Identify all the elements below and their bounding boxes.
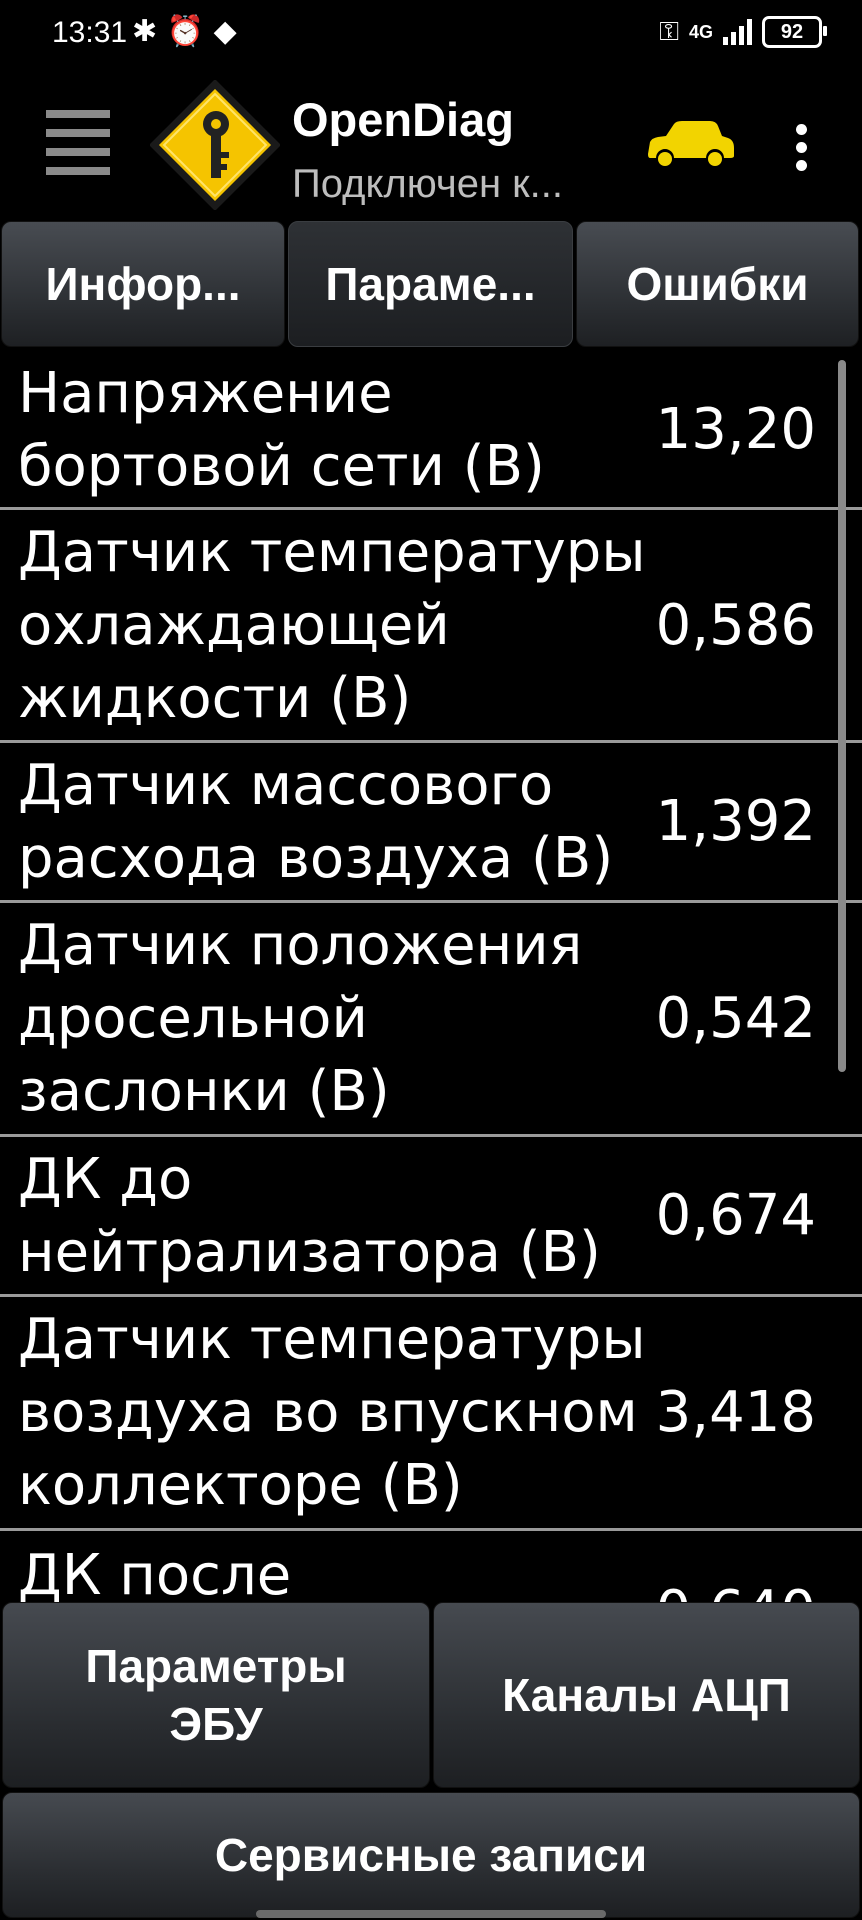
battery-icon: 92 — [762, 16, 827, 48]
list-item: Датчик температуры охлаждающей жидкости … — [0, 510, 862, 743]
status-right-icons: ⚿ 4G 92 — [659, 16, 827, 48]
parameter-label: ДК до нейтрализатора (В) — [18, 1146, 601, 1285]
adc-channels-label: Каналы АЦП — [502, 1669, 791, 1721]
ecu-parameters-label: Параметры ЭБУ — [85, 1640, 347, 1750]
parameter-value: 0,674 — [655, 1183, 816, 1248]
parameter-label: ДК после — [18, 1543, 292, 1602]
network-type: 4G — [688, 21, 713, 42]
parameter-value: 3,418 — [655, 1380, 816, 1445]
list-item: ДК до нейтрализатора (В) 0,674 — [0, 1137, 862, 1297]
parameter-label: Датчик положения дросельной заслонки (В) — [18, 913, 583, 1124]
tab-info[interactable]: Инфор... — [1, 221, 285, 347]
service-records-label: Сервисные записи — [214, 1829, 648, 1881]
list-item: Датчик температуры воздуха во впускном к… — [0, 1297, 862, 1531]
overflow-menu-icon[interactable] — [786, 124, 816, 172]
parameter-value: 0,542 — [655, 986, 816, 1051]
car-icon[interactable] — [644, 118, 736, 170]
app-bar: OpenDiag Подключен к... — [0, 74, 862, 220]
scrollbar[interactable] — [838, 360, 846, 1072]
parameter-list[interactable]: Напряжение бортовой сети (В) 13,20 Датчи… — [0, 352, 862, 1602]
tab-bar: Инфор... Параме... Ошибки — [0, 221, 862, 349]
ecu-parameters-button[interactable]: Параметры ЭБУ — [2, 1602, 430, 1788]
battery-level: 92 — [780, 20, 804, 43]
parameter-value: 13,20 — [655, 397, 816, 462]
status-left-icons: ✱ ⏰ ◆ — [132, 14, 237, 49]
list-item: Датчик положения дросельной заслонки (В)… — [0, 903, 862, 1137]
list-item: ДК после 0,640 — [0, 1531, 862, 1602]
signal-icon — [723, 19, 752, 45]
vpn-key-icon: ⚿ — [659, 16, 679, 46]
status-bar: 13:31 ✱ ⏰ ◆ ⚿ 4G 92 — [0, 0, 862, 74]
list-item: Напряжение бортовой сети (В) 13,20 — [0, 352, 862, 510]
parameter-value: 0,640 — [650, 1539, 862, 1602]
parameter-value: 1,392 — [655, 789, 816, 854]
gesture-nav-bar[interactable] — [256, 1910, 606, 1918]
menu-icon[interactable] — [46, 110, 110, 176]
connection-status: Подключен к... — [292, 162, 563, 206]
parameter-label: Датчик температуры охлаждающей жидкости … — [18, 519, 646, 731]
parameter-label: Напряжение бортовой сети (В) — [18, 360, 545, 499]
parameter-value: 0,586 — [655, 592, 816, 658]
parameter-label: Датчик температуры воздуха во впускном к… — [18, 1307, 646, 1518]
app-logo-icon — [150, 80, 280, 210]
tab-errors[interactable]: Ошибки — [576, 221, 859, 347]
status-time: 13:31 — [52, 16, 128, 49]
service-records-button[interactable]: Сервисные записи — [2, 1792, 860, 1918]
adc-channels-button[interactable]: Каналы АЦП — [433, 1602, 860, 1788]
parameter-label: Датчик массового расхода воздуха (В) — [18, 752, 614, 891]
tab-parameters[interactable]: Параме... — [288, 221, 573, 347]
app-title: OpenDiag — [292, 93, 514, 146]
list-item: Датчик массового расхода воздуха (В) 1,3… — [0, 743, 862, 903]
